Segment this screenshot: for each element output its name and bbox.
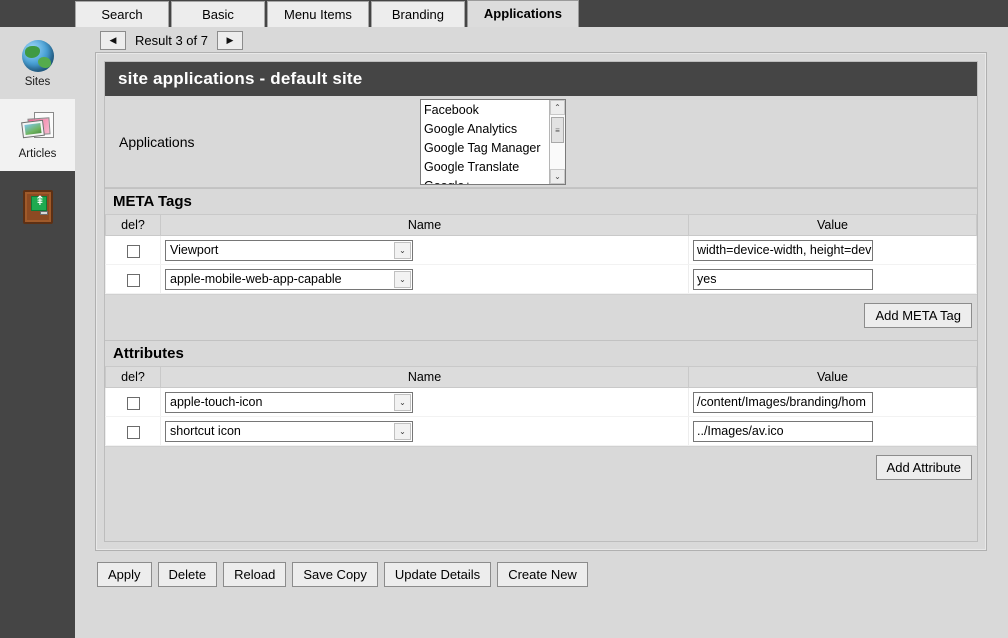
applications-row: Applications Facebook Google Analytics G… bbox=[105, 96, 977, 188]
column-header-del: del? bbox=[105, 214, 161, 236]
attribute-row-value-cell: ../Images/av.ico bbox=[688, 416, 977, 446]
delete-checkbox[interactable] bbox=[126, 425, 140, 439]
scroll-up-icon[interactable]: ⌃ bbox=[550, 100, 565, 115]
next-result-button[interactable]: ▶ bbox=[217, 30, 243, 50]
attribute-row-del-cell bbox=[105, 387, 161, 417]
add-meta-tag-button[interactable]: Add META Tag bbox=[864, 303, 972, 328]
create-new-button[interactable]: Create New bbox=[497, 562, 588, 587]
attributes-add-row: Add Attribute bbox=[105, 446, 977, 492]
column-header-name: Name bbox=[160, 214, 689, 236]
meta-row-name-cell: Viewport ⌄ bbox=[160, 235, 689, 265]
meta-name-value: apple-mobile-web-app-capable bbox=[170, 271, 342, 286]
attribute-row-del-cell bbox=[105, 416, 161, 446]
meta-name-select[interactable]: Viewport ⌄ bbox=[165, 239, 413, 261]
meta-name-select[interactable]: apple-mobile-web-app-capable ⌄ bbox=[165, 268, 413, 290]
delete-button[interactable]: Delete bbox=[157, 562, 218, 587]
photos-icon bbox=[20, 110, 56, 146]
content-area: ◀ Result 3 of 7 ▶ site applications - de… bbox=[75, 27, 1008, 638]
delete-checkbox[interactable] bbox=[126, 244, 140, 258]
tab-branding[interactable]: Branding bbox=[370, 1, 465, 27]
applications-listbox[interactable]: Facebook Google Analytics Google Tag Man… bbox=[420, 99, 566, 185]
chevron-down-icon[interactable]: ⌄ bbox=[394, 393, 411, 411]
table-header-row: del? Name Value bbox=[105, 214, 977, 236]
sidebar-item-sites[interactable]: Sites bbox=[0, 27, 75, 99]
add-attribute-button[interactable]: Add Attribute bbox=[875, 455, 972, 480]
table-header-row: del? Name Value bbox=[105, 366, 977, 388]
result-navigation: ◀ Result 3 of 7 ▶ bbox=[100, 29, 243, 51]
meta-tags-add-row: Add META Tag bbox=[105, 294, 977, 340]
save-copy-button[interactable]: Save Copy bbox=[292, 562, 378, 587]
attribute-row-name-cell: shortcut icon ⌄ bbox=[160, 416, 689, 446]
tab-search[interactable]: Search bbox=[75, 1, 169, 27]
meta-name-value: Viewport bbox=[170, 242, 219, 257]
column-header-name: Name bbox=[160, 366, 689, 388]
delete-checkbox[interactable] bbox=[126, 273, 140, 287]
attribute-row-value-cell: /content/Images/branding/hom bbox=[688, 387, 977, 417]
sidebar: Sites Articles bbox=[0, 27, 75, 638]
meta-row-name-cell: apple-mobile-web-app-capable ⌄ bbox=[160, 264, 689, 294]
column-header-value: Value bbox=[688, 214, 977, 236]
action-button-bar: Apply Delete Reload Save Copy Update Det… bbox=[97, 562, 588, 587]
meta-tags-section-title: META Tags bbox=[105, 188, 977, 214]
attribute-name-select[interactable]: apple-touch-icon ⌄ bbox=[165, 391, 413, 413]
tab-applications[interactable]: Applications bbox=[466, 0, 579, 27]
sidebar-item-logout[interactable] bbox=[0, 171, 75, 243]
listbox-scrollbar[interactable]: ⌃ ≡ ⌄ bbox=[549, 100, 565, 184]
scroll-down-icon[interactable]: ⌄ bbox=[550, 169, 565, 184]
tab-menu-items[interactable]: Menu Items bbox=[267, 1, 369, 27]
table-row: Viewport ⌄ width=device-width, height=de… bbox=[105, 235, 977, 265]
sidebar-item-label: Articles bbox=[18, 148, 57, 160]
list-item[interactable]: Facebook bbox=[424, 101, 549, 120]
list-item[interactable]: Google Analytics bbox=[424, 120, 549, 139]
column-header-del: del? bbox=[105, 366, 161, 388]
globe-icon bbox=[20, 38, 56, 74]
apply-button[interactable]: Apply bbox=[97, 562, 152, 587]
attribute-value-input[interactable]: ../Images/av.ico bbox=[693, 420, 873, 442]
prev-result-button[interactable]: ◀ bbox=[100, 30, 126, 50]
meta-value-input[interactable]: width=device-width, height=dev bbox=[693, 239, 873, 261]
table-row: apple-touch-icon ⌄ /content/Images/brand… bbox=[105, 387, 977, 417]
sidebar-item-label: Sites bbox=[24, 76, 51, 88]
application-window: Search Basic Menu Items Branding Applica… bbox=[0, 0, 1008, 638]
scrollbar-thumb[interactable]: ≡ bbox=[551, 117, 564, 143]
attribute-name-select[interactable]: shortcut icon ⌄ bbox=[165, 420, 413, 442]
list-item[interactable]: Google Tag Manager bbox=[424, 139, 549, 158]
panel-title: site applications - default site bbox=[105, 62, 977, 96]
attribute-name-value: shortcut icon bbox=[170, 423, 241, 438]
table-row: apple-mobile-web-app-capable ⌄ yes bbox=[105, 264, 977, 294]
meta-row-value-cell: yes bbox=[688, 264, 977, 294]
meta-value-input[interactable]: yes bbox=[693, 268, 873, 290]
meta-row-del-cell bbox=[105, 264, 161, 294]
attribute-row-name-cell: apple-touch-icon ⌄ bbox=[160, 387, 689, 417]
scrollbar-track[interactable]: ≡ bbox=[550, 115, 565, 169]
meta-row-value-cell: width=device-width, height=dev bbox=[688, 235, 977, 265]
attributes-section-title: Attributes bbox=[105, 340, 977, 366]
exit-door-icon bbox=[20, 189, 56, 225]
result-counter-label: Result 3 of 7 bbox=[135, 32, 208, 48]
list-item[interactable]: Google+ bbox=[424, 177, 549, 184]
tab-bar: Search Basic Menu Items Branding Applica… bbox=[75, 0, 581, 27]
meta-tags-table: del? Name Value Viewport ⌄ width=device-… bbox=[105, 214, 977, 294]
meta-row-del-cell bbox=[105, 235, 161, 265]
attribute-value-input[interactable]: /content/Images/branding/hom bbox=[693, 391, 873, 413]
column-header-value: Value bbox=[688, 366, 977, 388]
chevron-down-icon[interactable]: ⌄ bbox=[394, 270, 411, 288]
table-row: shortcut icon ⌄ ../Images/av.ico bbox=[105, 416, 977, 446]
sidebar-item-articles[interactable]: Articles bbox=[0, 99, 75, 171]
update-details-button[interactable]: Update Details bbox=[383, 562, 492, 587]
reload-button[interactable]: Reload bbox=[223, 562, 287, 587]
list-item[interactable]: Google Translate bbox=[424, 158, 549, 177]
site-applications-panel: site applications - default site Applica… bbox=[95, 52, 987, 551]
applications-label: Applications bbox=[119, 134, 195, 150]
attributes-table: del? Name Value apple-touch-icon ⌄ /cont… bbox=[105, 366, 977, 446]
chevron-down-icon[interactable]: ⌄ bbox=[394, 422, 411, 440]
delete-checkbox[interactable] bbox=[126, 396, 140, 410]
tab-basic[interactable]: Basic bbox=[171, 1, 265, 27]
chevron-down-icon[interactable]: ⌄ bbox=[394, 241, 411, 259]
attribute-name-value: apple-touch-icon bbox=[170, 394, 263, 409]
